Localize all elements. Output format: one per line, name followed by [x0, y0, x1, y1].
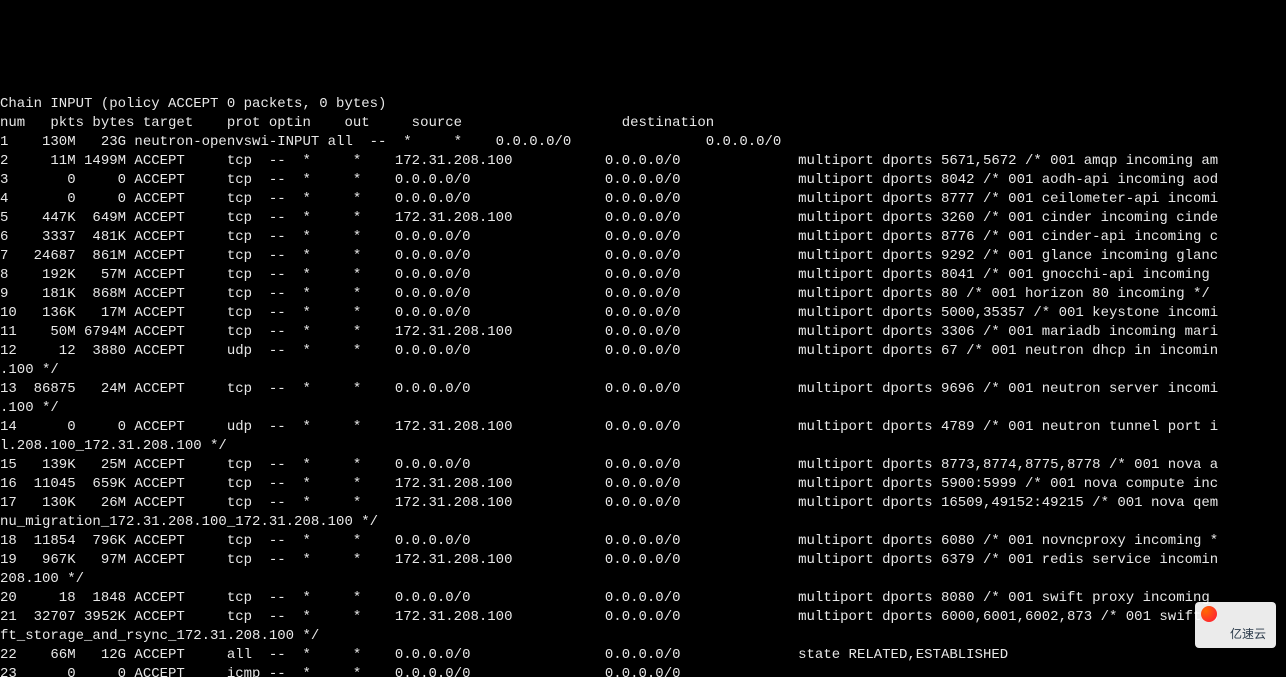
terminal-line: num pkts bytes target prot optin out sou…: [0, 114, 1286, 133]
terminal-line: 23 0 0 ACCEPT icmp -- * * 0.0.0.0/0 0.0.…: [0, 665, 1286, 677]
terminal-line: 11 50M 6794M ACCEPT tcp -- * * 172.31.20…: [0, 323, 1286, 342]
terminal-line: 5 447K 649M ACCEPT tcp -- * * 172.31.208…: [0, 209, 1286, 228]
terminal-line: 208.100 */: [0, 570, 1286, 589]
terminal-output: Chain INPUT (policy ACCEPT 0 packets, 0 …: [0, 95, 1286, 677]
terminal-line: 10 136K 17M ACCEPT tcp -- * * 0.0.0.0/0 …: [0, 304, 1286, 323]
terminal-line: 3 0 0 ACCEPT tcp -- * * 0.0.0.0/0 0.0.0.…: [0, 171, 1286, 190]
terminal-line: 16 11045 659K ACCEPT tcp -- * * 172.31.2…: [0, 475, 1286, 494]
terminal-line: 7 24687 861M ACCEPT tcp -- * * 0.0.0.0/0…: [0, 247, 1286, 266]
terminal-line: 20 18 1848 ACCEPT tcp -- * * 0.0.0.0/0 0…: [0, 589, 1286, 608]
watermark-badge: 亿速云: [1195, 602, 1276, 648]
terminal-line: 4 0 0 ACCEPT tcp -- * * 0.0.0.0/0 0.0.0.…: [0, 190, 1286, 209]
terminal-line: .100 */: [0, 361, 1286, 380]
terminal-line: 22 66M 12G ACCEPT all -- * * 0.0.0.0/0 0…: [0, 646, 1286, 665]
terminal-line: 21 32707 3952K ACCEPT tcp -- * * 172.31.…: [0, 608, 1286, 627]
terminal-line: .100 */: [0, 399, 1286, 418]
terminal-line: 2 11M 1499M ACCEPT tcp -- * * 172.31.208…: [0, 152, 1286, 171]
terminal-line: 15 139K 25M ACCEPT tcp -- * * 0.0.0.0/0 …: [0, 456, 1286, 475]
terminal-line: ft_storage_and_rsync_172.31.208.100 */: [0, 627, 1286, 646]
terminal-line: 1 130M 23G neutron-openvswi-INPUT all --…: [0, 133, 1286, 152]
terminal-line: 12 12 3880 ACCEPT udp -- * * 0.0.0.0/0 0…: [0, 342, 1286, 361]
terminal-line: 18 11854 796K ACCEPT tcp -- * * 0.0.0.0/…: [0, 532, 1286, 551]
terminal-line: 6 3337 481K ACCEPT tcp -- * * 0.0.0.0/0 …: [0, 228, 1286, 247]
terminal-line: 17 130K 26M ACCEPT tcp -- * * 172.31.208…: [0, 494, 1286, 513]
terminal-line: nu_migration_172.31.208.100_172.31.208.1…: [0, 513, 1286, 532]
terminal-line: 9 181K 868M ACCEPT tcp -- * * 0.0.0.0/0 …: [0, 285, 1286, 304]
terminal-line: 14 0 0 ACCEPT udp -- * * 172.31.208.100 …: [0, 418, 1286, 437]
terminal-line: 13 86875 24M ACCEPT tcp -- * * 0.0.0.0/0…: [0, 380, 1286, 399]
terminal-line: 19 967K 97M ACCEPT tcp -- * * 172.31.208…: [0, 551, 1286, 570]
terminal-line: l.208.100_172.31.208.100 */: [0, 437, 1286, 456]
watermark-text: 亿速云: [1230, 627, 1266, 641]
terminal-line: 8 192K 57M ACCEPT tcp -- * * 0.0.0.0/0 0…: [0, 266, 1286, 285]
terminal-line: Chain INPUT (policy ACCEPT 0 packets, 0 …: [0, 95, 1286, 114]
